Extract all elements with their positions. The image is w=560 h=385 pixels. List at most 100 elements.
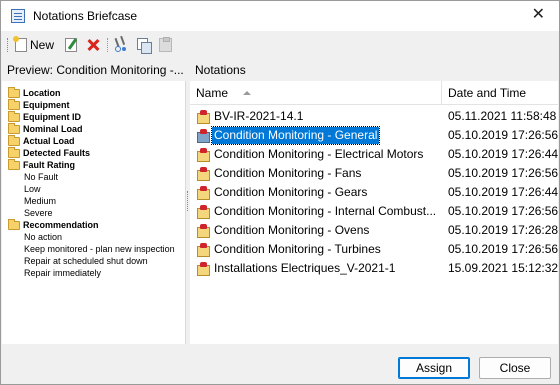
- row-name-cell: Condition Monitoring - Internal Combust.…: [196, 203, 438, 220]
- close-button[interactable]: Close: [479, 357, 551, 379]
- column-header-name-label: Name: [196, 86, 229, 100]
- splitter-grip[interactable]: [187, 191, 188, 211]
- tree-option[interactable]: Severe: [24, 207, 53, 219]
- tree-option[interactable]: No action: [24, 231, 62, 243]
- row-name-text: Condition Monitoring - Electrical Motors: [214, 147, 424, 161]
- table-row[interactable]: BV-IR-2021-14.1 05.11.2021 11:58:48: [190, 107, 558, 126]
- paste-button[interactable]: [159, 36, 172, 54]
- notation-icon: [196, 224, 210, 238]
- tree-item-label: Severe: [24, 208, 53, 218]
- row-name-text: Condition Monitoring - Fans: [214, 166, 362, 180]
- tree-item-label: Recommendation: [23, 220, 99, 230]
- tree-item-label: Nominal Load: [23, 124, 83, 134]
- tree-item-label: Repair at scheduled shut down: [24, 256, 148, 266]
- tree-option[interactable]: Repair at scheduled shut down: [24, 255, 148, 267]
- row-name-text: BV-IR-2021-14.1: [214, 109, 304, 123]
- folder-icon: [8, 158, 20, 170]
- row-date-cell: 05.10.2019 17:26:56: [448, 128, 558, 142]
- tree-category[interactable]: Actual Load: [8, 134, 75, 147]
- row-date-cell: 05.10.2019 17:26:44: [448, 185, 558, 199]
- row-name-text: Condition Monitoring - Gears: [214, 185, 368, 199]
- edit-icon: [65, 38, 77, 52]
- table-row[interactable]: Condition Monitoring - Fans 05.10.2019 17…: [190, 164, 558, 183]
- tree-item-label: No Fault: [24, 172, 59, 182]
- table-row[interactable]: Condition Monitoring - Electrical Motors…: [190, 145, 558, 164]
- tree-item-label: Equipment: [23, 100, 70, 110]
- copy-icon: [137, 38, 152, 54]
- row-name-text: Condition Monitoring - General: [210, 126, 381, 145]
- column-header-name[interactable]: Name: [190, 81, 442, 105]
- row-name-text: Condition Monitoring - Ovens: [214, 223, 370, 237]
- tree-option[interactable]: Keep monitored - plan new inspection: [24, 243, 175, 255]
- tree-item-label: Actual Load: [23, 136, 75, 146]
- close-window-button[interactable]: ✕: [532, 6, 545, 24]
- assign-button[interactable]: Assign: [398, 357, 470, 379]
- table-row[interactable]: Condition Monitoring - General 05.10.2019…: [190, 126, 558, 145]
- notation-icon: [196, 129, 210, 143]
- notations-briefcase-window: Notations Briefcase ✕ New Preview: Condi…: [0, 0, 560, 385]
- folder-icon: [8, 134, 20, 146]
- row-date-cell: 15.09.2021 15:12:32: [448, 261, 558, 275]
- row-date-cell: 05.10.2019 17:26:56: [448, 242, 558, 256]
- tree-item-label: Fault Rating: [23, 160, 75, 170]
- notation-icon: [196, 262, 210, 276]
- row-name-cell: Installations Electriques_V-2021-1: [196, 260, 397, 277]
- table-row[interactable]: Condition Monitoring - Gears 05.10.2019 1…: [190, 183, 558, 202]
- toolbar-grip[interactable]: [7, 38, 10, 52]
- notation-icon: [196, 243, 210, 257]
- column-header-date[interactable]: Date and Time: [442, 81, 558, 105]
- table-row[interactable]: Installations Electriques_V-2021-1 15.09.…: [190, 259, 558, 278]
- row-name-cell: Condition Monitoring - Electrical Motors: [196, 146, 425, 163]
- row-date-cell: 05.10.2019 17:26:56: [448, 166, 558, 180]
- row-date-cell: 05.10.2019 17:26:44: [448, 147, 558, 161]
- tree-item-label: Low: [24, 184, 41, 194]
- copy-button[interactable]: [137, 36, 152, 54]
- tree-item-label: Detected Faults: [23, 148, 91, 158]
- cut-button[interactable]: [114, 36, 128, 54]
- delete-button[interactable]: [86, 36, 100, 54]
- tree-category[interactable]: Location: [8, 86, 61, 99]
- row-name-text: Installations Electriques_V-2021-1: [214, 261, 396, 275]
- tree-category[interactable]: Detected Faults: [8, 146, 91, 159]
- cut-icon: [114, 38, 128, 52]
- delete-icon: [86, 38, 100, 52]
- panel-splitter[interactable]: [186, 81, 189, 344]
- toolbar-separator: [107, 38, 108, 52]
- briefcase-app-icon: [11, 9, 25, 23]
- table-row[interactable]: Condition Monitoring - Ovens 05.10.2019 1…: [190, 221, 558, 240]
- tree-item-label: Equipment ID: [23, 112, 81, 122]
- edit-button[interactable]: [65, 36, 77, 54]
- table-row[interactable]: Condition Monitoring - Internal Combust.…: [190, 202, 558, 221]
- tree-option[interactable]: No Fault: [24, 171, 58, 183]
- folder-icon: [8, 110, 20, 122]
- toolbar: New: [1, 31, 559, 59]
- title-bar: Notations Briefcase ✕: [1, 1, 559, 31]
- table-row[interactable]: Condition Monitoring - Turbines 05.10.201…: [190, 240, 558, 259]
- tree-category[interactable]: Equipment: [8, 98, 70, 111]
- tree-option[interactable]: Low: [24, 183, 41, 195]
- tree-option[interactable]: Repair immediately: [24, 267, 101, 279]
- tree-category[interactable]: Nominal Load: [8, 122, 83, 135]
- row-name-cell: Condition Monitoring - Gears: [196, 184, 369, 201]
- row-date-cell: 05.10.2019 17:26:28: [448, 223, 558, 237]
- folder-icon: [8, 98, 20, 110]
- tree-category[interactable]: Equipment ID: [8, 110, 81, 123]
- folder-icon: [8, 218, 20, 230]
- tree-option[interactable]: Medium: [24, 195, 56, 207]
- row-name-text: Condition Monitoring - Internal Combust.…: [214, 204, 437, 218]
- new-button-label: New: [30, 38, 55, 52]
- notation-icon: [196, 205, 210, 219]
- paste-icon: [159, 37, 172, 52]
- tree-category[interactable]: Fault Rating: [8, 158, 75, 171]
- new-icon: [13, 36, 27, 52]
- row-date-cell: 05.11.2021 11:58:48: [448, 109, 557, 123]
- row-name-cell: Condition Monitoring - Ovens: [196, 222, 371, 239]
- tree-item-label: No action: [24, 232, 63, 242]
- folder-icon: [8, 122, 20, 134]
- row-name-text: Condition Monitoring - Turbines: [214, 242, 381, 256]
- row-name-cell: Condition Monitoring - Turbines: [196, 241, 383, 258]
- row-name-cell: BV-IR-2021-14.1: [196, 108, 305, 125]
- tree-category[interactable]: Recommendation: [8, 218, 99, 231]
- folder-icon: [8, 86, 20, 98]
- new-button[interactable]: New: [13, 36, 55, 54]
